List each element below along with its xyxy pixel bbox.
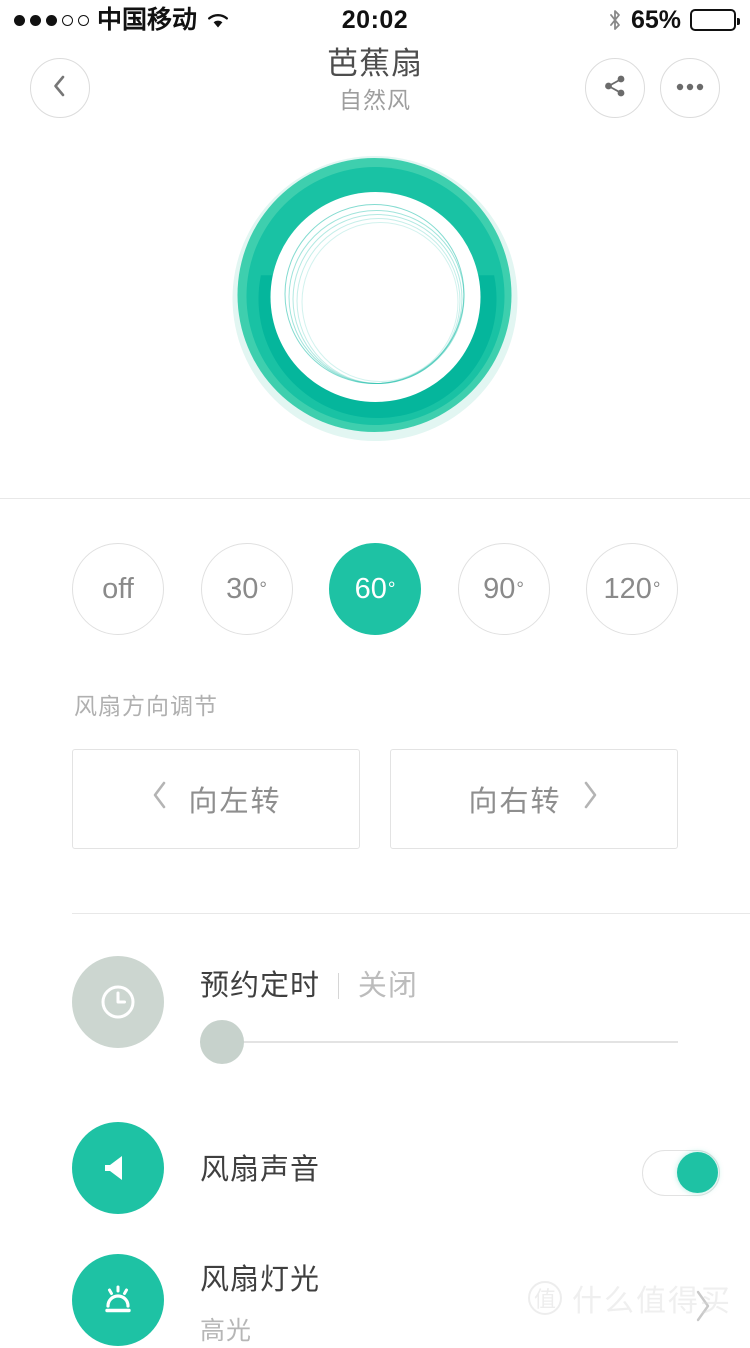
angle-option-off[interactable]: off xyxy=(72,543,164,635)
timer-title-line: 预约定时 关闭 xyxy=(200,962,720,1006)
fan-ring-animation[interactable] xyxy=(232,156,518,441)
timer-slider-track xyxy=(200,1041,678,1043)
angle-option-label: 30 xyxy=(226,572,259,605)
chevron-left-icon xyxy=(150,780,170,818)
title-value-separator xyxy=(338,973,340,999)
fan-sound-toggle[interactable] xyxy=(642,1150,720,1196)
rotate-right-label: 向右转 xyxy=(468,786,562,818)
share-button[interactable] xyxy=(585,58,645,118)
signal-dot xyxy=(62,14,73,26)
degree-symbol: ° xyxy=(652,578,661,600)
rotate-left-label: 向左转 xyxy=(188,786,282,818)
more-dots-icon xyxy=(675,79,705,97)
degree-symbol: ° xyxy=(516,578,524,600)
wifi-icon xyxy=(205,10,231,30)
navigation-bar: 芭蕉扇 自然风 xyxy=(0,40,750,136)
signal-dot xyxy=(14,14,25,26)
status-bar: 中国移动 20:02 65% xyxy=(0,0,750,40)
timer-row-body: 预约定时 关闭 xyxy=(200,956,720,1064)
chevron-left-icon xyxy=(48,72,72,105)
status-bar-left: 中国移动 xyxy=(14,5,231,34)
status-bar-right: 65% xyxy=(608,5,740,35)
fan-sound-row[interactable]: 风扇声音 xyxy=(0,1122,750,1214)
angle-option-30[interactable]: 30 ° xyxy=(200,543,293,635)
more-options-button[interactable] xyxy=(660,58,720,118)
fan-sound-toggle-knob xyxy=(677,1152,718,1193)
timer-title: 预约定时 xyxy=(200,970,321,1002)
chevron-right-icon xyxy=(692,1288,714,1329)
back-button[interactable] xyxy=(30,58,90,118)
chevron-right-icon xyxy=(580,780,600,818)
brightness-icon xyxy=(72,1254,164,1346)
fan-thin-circle xyxy=(301,222,459,382)
timer-value: 关闭 xyxy=(357,970,418,1002)
clock-icon xyxy=(72,956,164,1048)
fan-sound-row-body: 风扇声音 xyxy=(200,1122,642,1190)
degree-symbol: ° xyxy=(387,578,396,600)
direction-section-label: 风扇方向调节 xyxy=(74,693,218,719)
rotate-controls: 向左转 向右转 xyxy=(0,721,750,849)
timer-row[interactable]: 预约定时 关闭 xyxy=(0,956,750,1064)
timer-slider[interactable] xyxy=(200,1020,678,1064)
nav-actions xyxy=(585,58,720,118)
fan-light-title: 风扇灯光 xyxy=(200,1264,321,1296)
signal-dot xyxy=(46,14,57,26)
carrier-name: 中国移动 xyxy=(97,5,198,34)
bluetooth-icon xyxy=(608,9,622,31)
signal-strength-dots xyxy=(14,14,89,26)
signal-dot xyxy=(78,14,89,26)
angle-selector: off 30 ° 60 ° 90 ° 120 ° xyxy=(0,499,750,635)
angle-option-label: 60 xyxy=(354,572,387,605)
angle-option-120[interactable]: 120 ° xyxy=(586,543,678,635)
angle-option-60[interactable]: 60 ° xyxy=(329,543,421,635)
share-icon xyxy=(601,72,629,105)
fan-visual-area xyxy=(0,136,750,498)
battery-icon xyxy=(690,9,740,31)
list-divider xyxy=(72,913,750,914)
signal-dot xyxy=(30,14,41,26)
speaker-icon xyxy=(72,1122,164,1214)
angle-option-label: off xyxy=(102,572,134,605)
degree-symbol: ° xyxy=(259,578,267,600)
battery-percent-label: 65% xyxy=(630,5,681,34)
rotate-right-button[interactable]: 向右转 xyxy=(390,749,678,849)
fan-sound-title: 风扇声音 xyxy=(200,1154,321,1186)
rotate-left-button[interactable]: 向左转 xyxy=(72,749,360,849)
angle-option-90[interactable]: 90 ° xyxy=(457,543,550,635)
angle-option-label: 90 xyxy=(483,572,516,605)
fan-light-value: 高光 xyxy=(200,1317,253,1345)
timer-slider-knob[interactable] xyxy=(200,1020,244,1064)
angle-option-label: 120 xyxy=(603,572,652,605)
